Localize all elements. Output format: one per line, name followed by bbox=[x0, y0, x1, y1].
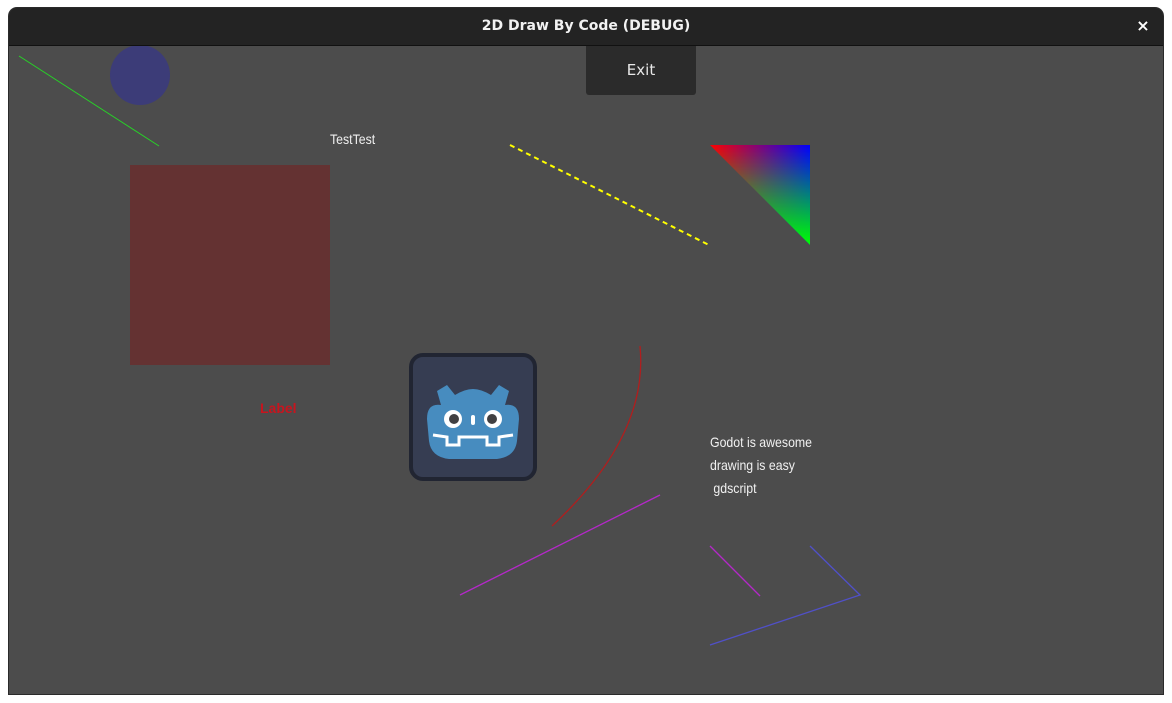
godot-logo-icon bbox=[409, 353, 537, 481]
blue-circle bbox=[110, 46, 170, 105]
short-purple-line bbox=[709, 545, 761, 597]
draw-canvas: Exit TestTest Label Godot is awesome dra… bbox=[9, 46, 1163, 694]
canvas-drawings bbox=[18, 46, 862, 646]
app-window: 2D Draw By Code (DEBUG) × Exit TestTest … bbox=[9, 8, 1163, 694]
text-line-2: drawing is easy bbox=[710, 457, 795, 473]
text-line-1: Godot is awesome bbox=[710, 434, 813, 450]
blue-polyline bbox=[709, 545, 862, 646]
godot-awesome-text: Godot is awesome drawing is easy gdscrip… bbox=[710, 431, 812, 500]
dashed-yellow-line bbox=[509, 144, 712, 247]
gradient-triangle-overlay bbox=[710, 145, 810, 245]
red-label: Label bbox=[260, 400, 297, 416]
red-rectangle bbox=[130, 165, 330, 365]
title-bar: 2D Draw By Code (DEBUG) × bbox=[9, 8, 1163, 46]
red-arc bbox=[551, 345, 642, 527]
testtest-text: TestTest bbox=[330, 131, 376, 147]
exit-button[interactable]: Exit bbox=[586, 46, 696, 95]
text-line-3: gdscript bbox=[710, 480, 757, 496]
close-icon[interactable]: × bbox=[1131, 14, 1155, 38]
window-title: 2D Draw By Code (DEBUG) bbox=[481, 18, 691, 34]
purple-line bbox=[459, 494, 661, 596]
